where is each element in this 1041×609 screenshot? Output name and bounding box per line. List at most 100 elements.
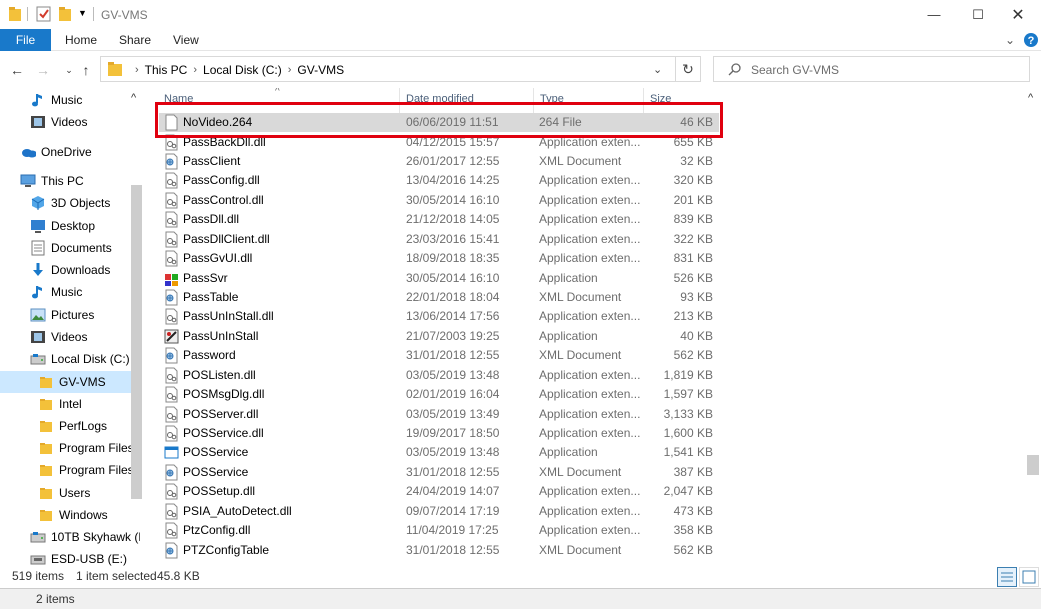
file-date: 26/01/2017 12:55 — [406, 154, 500, 168]
table-row[interactable]: PassConfig.dll 13/04/2016 14:25 Applicatio… — [159, 171, 719, 190]
help-icon[interactable]: ? — [1021, 30, 1041, 50]
properties-icon[interactable] — [36, 6, 52, 22]
minimize-button[interactable]: — — [911, 0, 957, 29]
up-arrow-icon[interactable]: ↑ — [77, 61, 95, 79]
sidebar-item[interactable]: Desktop — [0, 215, 140, 237]
tab-share[interactable]: Share — [119, 33, 151, 47]
table-row[interactable]: PassUnInStall 21/07/2003 19:25 Application… — [159, 327, 719, 346]
sidebar-item[interactable]: ESD-USB (E:) — [0, 548, 140, 566]
computer-icon — [20, 173, 36, 189]
table-row[interactable]: POSService.dll 19/09/2017 18:50 Applicatio… — [159, 424, 719, 443]
tab-home[interactable]: Home — [65, 33, 97, 47]
chevron-right-icon[interactable]: › — [193, 64, 197, 76]
sidebar-item-label: Music — [51, 93, 83, 107]
table-row[interactable]: PSIA_AutoDetect.dll 09/07/2014 17:19 Appli… — [159, 502, 719, 521]
crumb-local-disk[interactable]: Local Disk (C:) — [203, 63, 282, 77]
sort-ascending-icon: ^ — [275, 88, 280, 97]
vertical-scrollbar-thumb[interactable] — [1027, 455, 1039, 475]
xml-icon — [164, 464, 179, 481]
dll-icon — [164, 192, 179, 209]
table-row[interactable]: PassTable 22/01/2018 18:04 XML Document 93 … — [159, 288, 719, 307]
sidebar-item[interactable]: Users — [0, 482, 140, 504]
address-row: ← → ⌄ ↑ › This PC › Local Disk (C:) › GV… — [0, 51, 1041, 88]
file-name: PassTable — [183, 290, 239, 304]
nav-scrollbar-thumb[interactable] — [131, 185, 142, 499]
back-arrow-icon[interactable]: ← — [8, 61, 26, 79]
tab-view[interactable]: View — [173, 33, 199, 47]
file-name: POSSetup.dll — [183, 484, 256, 498]
address-bar[interactable]: › This PC › Local Disk (C:) › GV-VMS ⌄ — [100, 56, 701, 82]
3d-objects-icon — [30, 195, 46, 211]
table-row[interactable]: POSSetup.dll 24/04/2019 14:07 Application … — [159, 482, 719, 501]
search-input[interactable]: Search GV-VMS — [713, 56, 1030, 82]
chevron-right-icon[interactable]: › — [288, 64, 292, 76]
file-date: 31/01/2018 12:55 — [406, 543, 500, 557]
table-row[interactable]: PtzConfig.dll 11/04/2019 17:25 Application… — [159, 521, 719, 540]
table-row[interactable]: POSService 03/05/2019 13:48 Application 1,5… — [159, 443, 719, 462]
music-icon — [30, 92, 46, 108]
sidebar-item[interactable]: 3D Objects — [0, 192, 140, 214]
table-row[interactable]: PassControl.dll 30/05/2014 16:10 Applicati… — [159, 191, 719, 210]
table-row[interactable]: PassClient 26/01/2017 12:55 XML Document 32… — [159, 152, 719, 171]
file-size: 562 KB — [673, 543, 713, 557]
close-button[interactable]: ✕ — [995, 0, 1041, 29]
scroll-up-icon[interactable]: ^ — [1028, 92, 1033, 104]
drive-icon — [30, 529, 46, 545]
table-row[interactable]: PassGvUI.dll 18/09/2018 18:35 Application … — [159, 249, 719, 268]
file-name: POSService — [183, 465, 249, 479]
details-view-icon[interactable] — [997, 567, 1017, 587]
sidebar-item[interactable]: OneDrive — [0, 141, 140, 163]
customize-toolbar-icon[interactable]: ▼ — [78, 8, 87, 24]
sidebar-item[interactable]: Local Disk (C:) — [0, 348, 140, 370]
table-row[interactable]: PassDllClient.dll 23/03/2016 15:41 Applica… — [159, 230, 719, 249]
sidebar-item[interactable]: Program Files — [0, 437, 140, 459]
sidebar-item[interactable]: Videos — [0, 111, 140, 133]
table-row[interactable]: PassUnInStall.dll 13/06/2014 17:56 Applica… — [159, 307, 719, 326]
file-size: 1,819 KB — [663, 368, 713, 382]
sidebar-item[interactable]: Documents — [0, 237, 140, 259]
table-row[interactable]: PassSvr 30/05/2014 16:10 Application 526 KB — [159, 269, 719, 288]
file-type: Application — [539, 271, 598, 285]
sidebar-item[interactable]: Music — [0, 281, 140, 303]
sidebar-item[interactable]: Downloads — [0, 259, 140, 281]
crumb-gv-vms[interactable]: GV-VMS — [297, 63, 344, 77]
recent-locations-icon[interactable]: ⌄ — [60, 61, 78, 79]
expand-ribbon-icon[interactable]: ⌄ — [1000, 30, 1020, 50]
sidebar-item[interactable]: Intel — [0, 393, 140, 415]
file-type: Application exten... — [539, 504, 641, 518]
sidebar-item[interactable]: Program Files ( — [0, 459, 140, 481]
address-dropdown-icon[interactable]: ⌄ — [653, 63, 662, 76]
sidebar-item[interactable]: Music — [0, 89, 140, 111]
title-bar: ▼ GV-VMS — ☐ ✕ — [0, 0, 1041, 29]
sidebar-item[interactable]: PerfLogs — [0, 415, 140, 437]
large-icons-view-icon[interactable] — [1019, 567, 1039, 587]
file-date: 31/01/2018 12:55 — [406, 465, 500, 479]
sidebar-item[interactable]: Pictures — [0, 304, 140, 326]
sidebar-item[interactable]: 10TB Skyhawk (D — [0, 526, 140, 548]
refresh-icon[interactable]: ↻ — [675, 56, 701, 82]
dll-icon — [164, 522, 179, 539]
table-row[interactable]: PTZConfigTable 31/01/2018 12:55 XML Docume… — [159, 541, 719, 560]
table-row[interactable]: POSServer.dll 03/05/2019 13:49 Application… — [159, 405, 719, 424]
table-row[interactable]: POSMsgDlg.dll 02/01/2019 16:04 Application… — [159, 385, 719, 404]
sidebar-item[interactable]: Windows — [0, 504, 140, 526]
file-name: PTZConfigTable — [183, 543, 270, 557]
sidebar-item-label: Windows — [59, 508, 108, 522]
folder-icon — [38, 485, 54, 501]
vertical-scrollbar[interactable]: ^ — [1025, 88, 1041, 566]
nav-scroll-up-icon[interactable]: ^ — [131, 92, 136, 104]
crumb-this-pc[interactable]: This PC — [145, 63, 188, 77]
file-tab[interactable]: File — [0, 29, 51, 51]
sidebar-item[interactable]: GV-VMS — [0, 371, 140, 393]
file-name: PassControl.dll — [183, 193, 264, 207]
sidebar-item[interactable]: Videos — [0, 326, 140, 348]
table-row[interactable]: PassDll.dll 21/12/2018 14:05 Application e… — [159, 210, 719, 229]
folder-icon[interactable] — [8, 6, 22, 22]
forward-arrow-icon[interactable]: → — [34, 61, 52, 79]
sidebar-item[interactable]: This PC — [0, 170, 140, 192]
file-name: PassUnInStall.dll — [183, 309, 274, 323]
table-row[interactable]: POSService 31/01/2018 12:55 XML Document 38… — [159, 463, 719, 482]
table-row[interactable]: POSListen.dll 03/05/2019 13:48 Application… — [159, 366, 719, 385]
new-folder-icon[interactable] — [58, 6, 72, 22]
table-row[interactable]: Password 31/01/2018 12:55 XML Document 562 … — [159, 346, 719, 365]
